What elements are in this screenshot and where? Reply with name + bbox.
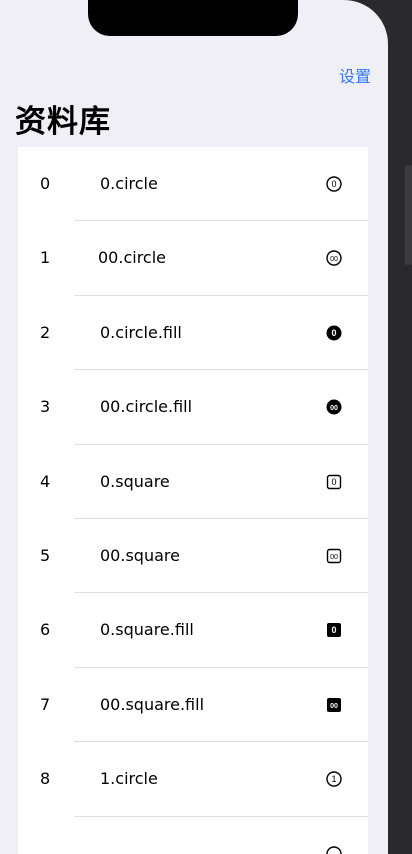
svg-text:00: 00	[330, 554, 338, 561]
list-item[interactable]: 4 0.square 0	[18, 445, 368, 519]
svg-text:1: 1	[331, 774, 336, 784]
symbol-name: 0.square	[100, 471, 170, 491]
list-item[interactable]: 3 00.circle.fill 00	[18, 370, 368, 445]
row-index: 8	[40, 769, 51, 789]
svg-text:0: 0	[331, 626, 336, 636]
row-index: 5	[40, 545, 51, 565]
symbol-name: 00.circle.fill	[100, 397, 193, 417]
row-index: 0	[40, 174, 51, 193]
symbol-name: 0.circle.fill	[100, 322, 182, 342]
0-circle-fill-icon: 0	[326, 325, 342, 341]
svg-text:00: 00	[330, 405, 338, 412]
00-square-icon: 00	[326, 548, 342, 564]
symbol-name: 0.square.fill	[100, 620, 194, 640]
00-circle-fill-icon: 00	[326, 399, 342, 415]
list-item[interactable]: 8 1.circle 1	[18, 742, 368, 817]
symbol-name: 0.circle	[100, 174, 158, 193]
svg-text:00: 00	[330, 703, 338, 710]
settings-button[interactable]: 设置	[339, 63, 371, 87]
list-item[interactable]: 6 0.square.fill 0	[18, 593, 368, 668]
symbol-name: 00.square.fill	[100, 694, 205, 714]
0-square-icon: 0	[326, 474, 342, 490]
list-item[interactable]: 7 00.square.fill 00	[18, 668, 368, 743]
row-index: 4	[40, 471, 51, 491]
device-frame: 设置 资料库 0 0.circle 0 1 00.circle 00 2 0.c…	[0, 0, 412, 854]
0-circle-icon: 0	[326, 176, 342, 192]
symbol-name: 00.square	[100, 545, 180, 565]
page-title: 资料库	[15, 104, 111, 140]
svg-text:00: 00	[330, 256, 338, 263]
side-button	[405, 165, 412, 265]
00-circle-icon: 00	[326, 250, 342, 267]
svg-text:0: 0	[331, 179, 336, 189]
row-index: 6	[40, 620, 51, 640]
00-square-fill-icon: 00	[326, 697, 342, 713]
symbol-name: 00.circle	[98, 248, 166, 268]
row-index: 1	[40, 248, 51, 268]
row-index: 7	[40, 694, 51, 714]
notch	[88, 0, 298, 36]
svg-text:0: 0	[331, 328, 336, 338]
svg-text:0: 0	[331, 477, 336, 487]
symbol-list: 0 0.circle 0 1 00.circle 00 2 0.circle.f…	[18, 147, 368, 854]
0-square-fill-icon: 0	[326, 622, 342, 638]
row-index: 3	[40, 397, 51, 417]
screen: 设置 资料库 0 0.circle 0 1 00.circle 00 2 0.c…	[0, 0, 388, 854]
symbol-name: 1.circle	[100, 769, 158, 789]
list-item[interactable]: 0 0.circle 0	[18, 147, 368, 222]
list-item[interactable]	[18, 817, 368, 854]
1-circle-icon: 1	[326, 771, 342, 787]
list-item[interactable]: 5 00.square 00	[18, 519, 368, 594]
row-index: 2	[40, 322, 51, 342]
list-item[interactable]: 2 0.circle.fill 0	[18, 296, 368, 371]
list-item[interactable]: 1 00.circle 00	[18, 221, 368, 296]
partial-circle-icon	[326, 845, 342, 854]
